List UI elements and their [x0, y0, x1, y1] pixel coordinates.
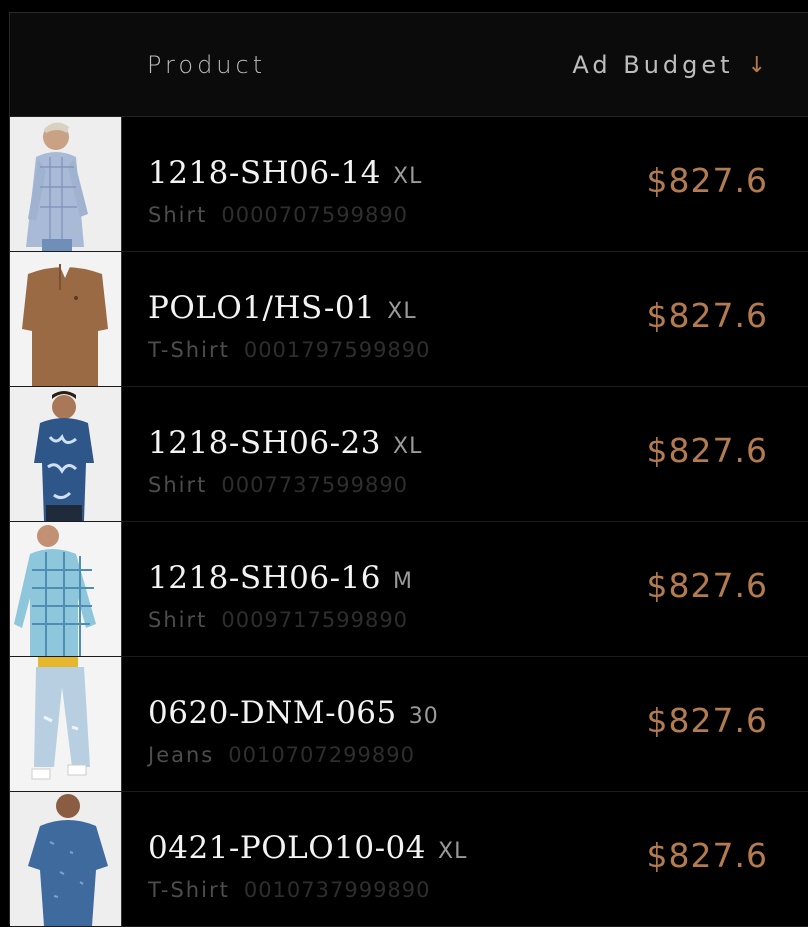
product-category: Jeans — [148, 743, 215, 767]
product-table: Product Ad Budget ↓ 1218-SH06-14 XL Shirt… — [9, 12, 808, 927]
product-size: XL — [438, 839, 468, 864]
row-info: POLO1/HS-01 XL T-Shirt 0001797599890 $827.… — [122, 252, 808, 386]
row-info: 1218-SH06-14 XL Shirt 0000707599890 $827.6 — [122, 117, 808, 251]
product-barcode: 0009717599890 — [221, 608, 409, 632]
row-info: 0421-POLO10-04 XL T-Shirt 0010737999890 $8… — [122, 792, 808, 926]
product-category: Shirt — [148, 473, 208, 497]
ad-budget-value: $827.6 — [646, 566, 768, 605]
table-row[interactable]: 0620-DNM-065 30 Jeans 0010707299890 $827.6 — [10, 657, 808, 792]
product-sku[interactable]: 0620-DNM-065 — [148, 695, 397, 731]
table-row[interactable]: POLO1/HS-01 XL T-Shirt 0001797599890 $827.… — [10, 252, 808, 387]
table-header: Product Ad Budget ↓ — [10, 13, 808, 117]
ad-budget-value: $827.6 — [646, 701, 768, 740]
ad-budget-value: $827.6 — [646, 296, 768, 335]
row-info: 0620-DNM-065 30 Jeans 0010707299890 $827.6 — [122, 657, 808, 791]
product-sku[interactable]: POLO1/HS-01 — [148, 290, 375, 326]
product-image — [10, 657, 122, 791]
product-barcode: 0010707299890 — [228, 743, 415, 767]
product-category: T-Shirt — [148, 878, 230, 902]
product-sku[interactable]: 0421-POLO10-04 — [148, 830, 426, 866]
ad-budget-value: $827.6 — [646, 161, 768, 200]
product-sku[interactable]: 1218-SH06-16 — [148, 560, 381, 596]
product-category: T-Shirt — [148, 338, 230, 362]
table-row[interactable]: 1218-SH06-23 XL Shirt 0007737599890 $827.6 — [10, 387, 808, 522]
product-image — [10, 117, 122, 251]
product-size: M — [393, 569, 413, 594]
product-size: 30 — [408, 704, 439, 729]
table-row[interactable]: 1218-SH06-14 XL Shirt 0000707599890 $827.6 — [10, 117, 808, 252]
arrow-down-icon[interactable]: ↓ — [748, 53, 766, 78]
product-image — [10, 522, 122, 656]
ad-budget-value: $827.6 — [646, 836, 768, 875]
column-header-ad-budget[interactable]: Ad Budget ↓ — [572, 51, 766, 79]
product-category: Shirt — [148, 608, 208, 632]
product-size: XL — [393, 434, 423, 459]
product-image — [10, 792, 122, 926]
table-row[interactable]: 1218-SH06-16 M Shirt 0009717599890 $827.6 — [10, 522, 808, 657]
product-barcode: 0007737599890 — [221, 473, 409, 497]
product-barcode: 0010737999890 — [243, 878, 431, 902]
product-category: Shirt — [148, 203, 208, 227]
table-row[interactable]: 0421-POLO10-04 XL T-Shirt 0010737999890 $8… — [10, 792, 808, 927]
row-info: 1218-SH06-16 M Shirt 0009717599890 $827.6 — [122, 522, 808, 656]
product-image — [10, 252, 122, 386]
product-sku[interactable]: 1218-SH06-23 — [148, 425, 381, 461]
product-size: XL — [393, 164, 423, 189]
product-sku[interactable]: 1218-SH06-14 — [148, 155, 381, 191]
ad-budget-value: $827.6 — [646, 431, 768, 470]
product-image — [10, 387, 122, 521]
product-barcode: 0001797599890 — [243, 338, 431, 362]
ad-budget-label: Ad Budget — [572, 51, 734, 79]
product-size: XL — [387, 299, 417, 324]
column-header-product[interactable]: Product — [147, 51, 266, 79]
product-barcode: 0000707599890 — [221, 203, 409, 227]
row-info: 1218-SH06-23 XL Shirt 0007737599890 $827.6 — [122, 387, 808, 521]
